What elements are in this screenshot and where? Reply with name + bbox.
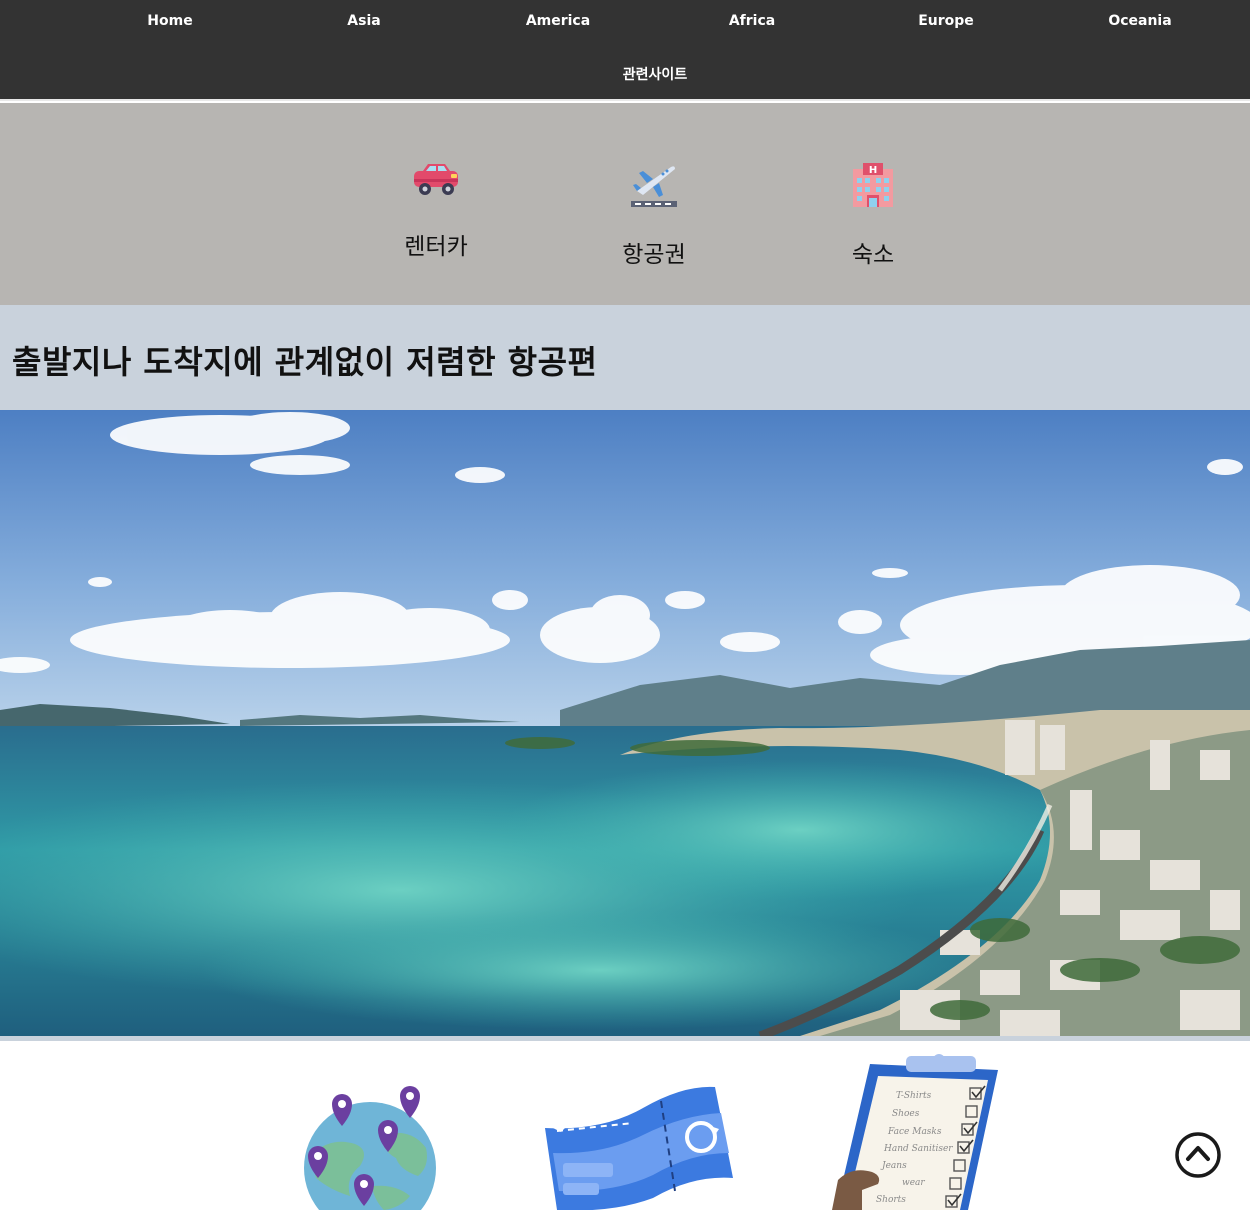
top-navigation: Home Asia America Africa Europe Oceania … [0,0,1250,101]
chevron-up-circle-icon [1175,1132,1221,1178]
nav-item-africa[interactable]: Africa [655,1,849,41]
globe-with-pins-icon[interactable] [300,1086,440,1210]
coastal-city-photo [0,410,1250,1036]
nav-item-related-sites[interactable]: 관련사이트 [558,55,752,95]
quick-link-flights[interactable]: 항공권 [584,161,724,269]
airplane-icon [631,166,677,207]
car-icon [414,164,458,195]
nav-item-asia[interactable]: Asia [267,1,461,41]
nav-row-primary: Home Asia America Africa Europe Oceania [0,1,1250,41]
scroll-to-top-button[interactable] [1174,1131,1222,1179]
packing-checklist-icon[interactable]: T-Shirts Shoes Face Masks Hand Sanitiser… [832,1054,1004,1210]
checklist-item: wear [902,1178,925,1188]
flight-ticket-icon[interactable] [543,1083,735,1210]
quick-link-label: 렌터카 [404,234,468,260]
quick-links-bar: 렌터카 항공권 H 숙소 [0,103,1250,305]
hotel-icon: H [853,163,893,207]
nav-row-secondary: 관련사이트 [0,55,1250,95]
nav-item-oceania[interactable]: Oceania [1043,1,1237,41]
nav-item-home[interactable]: Home [73,1,267,41]
page-headline: 출발지나 도착지에 관계없이 저렴한 항공편 [12,343,598,381]
svg-text:H: H [869,165,877,176]
quick-link-accommodation[interactable]: H 숙소 [803,161,943,269]
nav-item-europe[interactable]: Europe [849,1,1043,41]
checklist-item: T-Shirts [896,1091,932,1101]
checklist-item: Shorts [876,1195,906,1205]
checklist-item: Jeans [880,1161,907,1171]
checklist-item: Face Masks [887,1127,942,1137]
quick-link-label: 항공권 [622,242,686,268]
quick-link-label: 숙소 [851,242,895,268]
quick-link-rental-car[interactable]: 렌터카 [366,161,506,261]
hero-image [0,410,1250,1036]
checklist-item: Hand Sanitiser [883,1144,953,1154]
nav-item-america[interactable]: America [461,1,655,41]
checklist-item: Shoes [892,1109,920,1119]
headline-banner: 출발지나 도착지에 관계없이 저렴한 항공편 [0,305,1250,410]
feature-illustrations: T-Shirts Shoes Face Masks Hand Sanitiser… [0,1041,1250,1210]
